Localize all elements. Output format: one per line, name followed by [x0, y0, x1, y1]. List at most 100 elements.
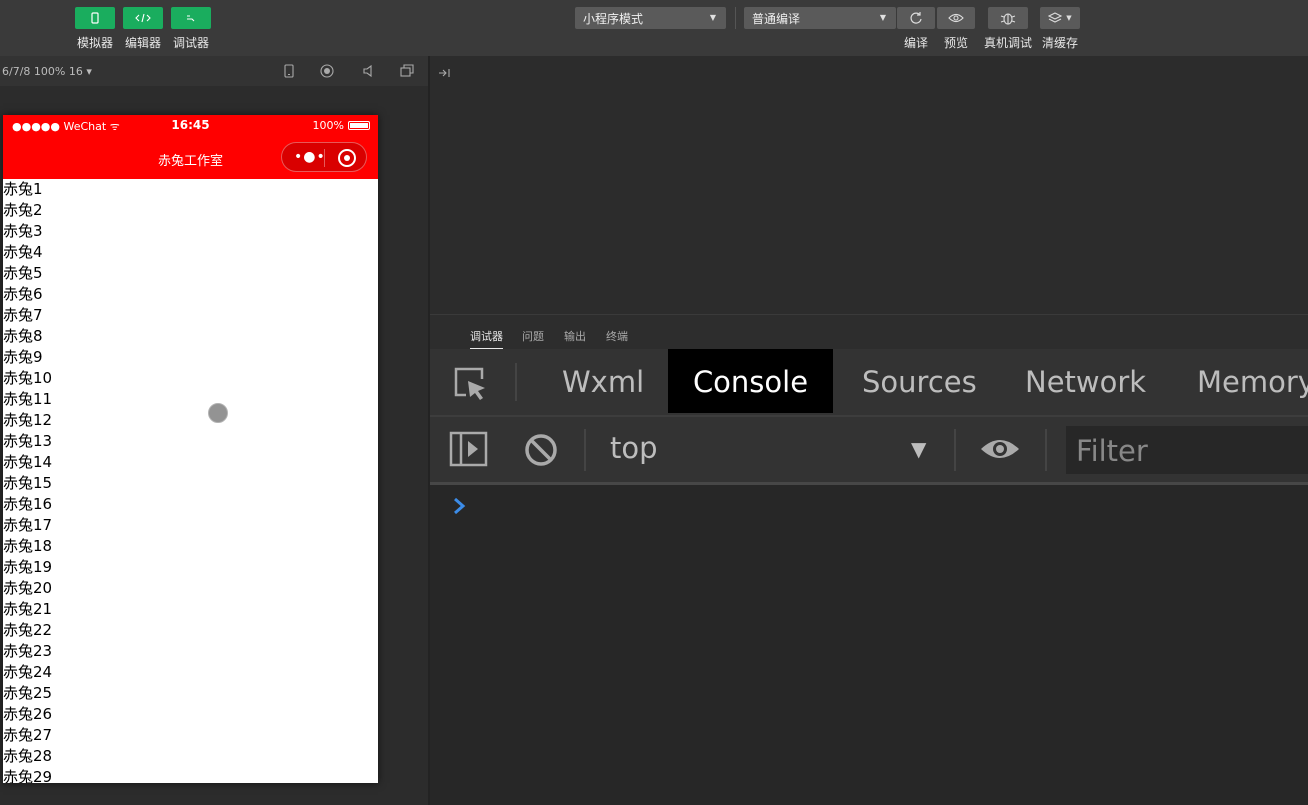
mode-select[interactable]: 小程序模式 ▼ [575, 7, 726, 29]
debug-icon [187, 15, 195, 22]
battery-text: 100% [312, 119, 344, 132]
expand-sidebar-icon[interactable] [438, 68, 452, 78]
tab-sources[interactable]: Sources [862, 349, 977, 413]
tab-wxml[interactable]: Wxml [562, 349, 644, 413]
volume-icon[interactable] [361, 64, 375, 78]
editor-toggle-button[interactable] [123, 7, 163, 29]
battery-indicator: 100% [313, 119, 370, 132]
list-item: 赤兔11 [3, 390, 53, 408]
list-item: 赤兔14 [3, 453, 53, 471]
toolbar-divider [584, 429, 586, 471]
debugger-toggle-button[interactable] [171, 7, 211, 29]
main-toolbar: 模拟器 编辑器 调试器 小程序模式 ▼ 普通编译 ▼ ▼ 编译 预览 真机调试 … [0, 0, 1308, 56]
mode-select-value: 小程序模式 [583, 11, 644, 26]
toolbar-divider [735, 7, 736, 29]
inspect-element-icon[interactable] [452, 365, 488, 401]
compile-mode-value: 普通编译 [752, 11, 801, 26]
dropdown-arrow-icon: ▼ [1066, 14, 1072, 22]
list-item: 赤兔26 [3, 705, 53, 723]
list-item: 赤兔1 [3, 180, 43, 198]
simulator-label: 模拟器 [76, 36, 113, 50]
console-toolbar: top ▼ Filter [430, 417, 1308, 485]
list-item: 赤兔10 [3, 369, 53, 387]
code-icon [135, 13, 151, 23]
record-icon[interactable] [320, 64, 334, 78]
clear-console-icon[interactable] [524, 433, 558, 467]
list-item: 赤兔9 [3, 348, 43, 366]
list-item: 赤兔12 [3, 411, 53, 429]
list-item: 赤兔2 [3, 201, 43, 219]
compile-mode-select[interactable]: 普通编译 ▼ [744, 7, 896, 29]
list-item: 赤兔20 [3, 579, 53, 597]
list-item: 赤兔22 [3, 621, 53, 639]
simulator-toggle-button[interactable] [75, 7, 115, 29]
phone-status-bar: ●●●●● WeChat ᯤ 16:45 100% [3, 115, 378, 137]
list-item: 赤兔21 [3, 600, 53, 618]
phone-nav-bar: 赤兔工作室 •●• [3, 137, 378, 179]
list-item: 赤兔4 [3, 243, 43, 261]
detach-window-icon[interactable] [400, 64, 414, 78]
tab-memory[interactable]: Memory [1197, 349, 1308, 413]
list-item: 赤兔27 [3, 726, 53, 744]
list-item: 赤兔25 [3, 684, 53, 702]
tab-debugger[interactable]: 调试器 [470, 328, 503, 349]
list-item: 赤兔24 [3, 663, 53, 681]
list-item: 赤兔28 [3, 747, 53, 765]
toolbar-divider [1045, 429, 1047, 471]
preview-label: 预览 [944, 36, 969, 50]
refresh-icon [910, 12, 922, 24]
clear-cache-label: 清缓存 [1042, 36, 1079, 50]
tab-output[interactable]: 输出 [564, 328, 586, 344]
touch-cursor [208, 403, 228, 423]
list-item: 赤兔5 [3, 264, 43, 282]
editor-label: 编辑器 [124, 36, 161, 50]
list-item: 赤兔8 [3, 327, 43, 345]
compile-button[interactable] [897, 7, 935, 29]
preview-button[interactable] [937, 7, 975, 29]
list-item: 赤兔17 [3, 516, 53, 534]
capsule-divider [324, 149, 325, 167]
battery-icon [348, 121, 370, 130]
live-expression-eye-icon[interactable] [979, 435, 1021, 463]
toolbar-divider [954, 429, 956, 471]
devtools-panel-tabs: Wxml Console Sources Network Memory [430, 349, 1308, 417]
toggle-sidebar-icon[interactable] [449, 431, 489, 467]
context-value: top [610, 431, 658, 465]
list-item: 赤兔29 [3, 768, 53, 783]
remote-debug-label: 真机调试 [984, 36, 1033, 50]
device-zoom-select[interactable]: 6/7/8 100% 16 ▾ [2, 65, 92, 78]
tab-divider [515, 363, 517, 401]
debugger-panel: 调试器 问题 输出 终端 Wxml Console Sources Networ… [430, 314, 1308, 805]
console-input[interactable] [490, 490, 1290, 522]
device-icon[interactable] [282, 64, 296, 78]
list-item: 赤兔15 [3, 474, 53, 492]
phone-screen[interactable]: ●●●●● WeChat ᯤ 16:45 100% 赤兔工作室 •●• 赤兔1 赤… [3, 115, 378, 783]
editor-area[interactable] [430, 56, 1308, 314]
item-list: 赤兔1 赤兔2 赤兔3 赤兔4 赤兔5 赤兔6 赤兔7 赤兔8 赤兔9 赤兔10 赤兔11 赤兔12 赤… [3, 179, 378, 783]
tab-network[interactable]: Network [1025, 349, 1146, 413]
debugger-label: 调试器 [172, 36, 209, 50]
dropdown-arrow-icon: ▼ [879, 13, 886, 22]
dropdown-arrow-icon: ▼ [911, 437, 927, 461]
layers-icon [1048, 12, 1063, 23]
compile-label: 编译 [904, 36, 929, 50]
console-prompt-icon [454, 497, 466, 515]
menu-capsule[interactable]: •●• [281, 142, 367, 172]
list-item: 赤兔16 [3, 495, 53, 513]
phone-icon [91, 12, 99, 24]
close-miniprogram-icon[interactable] [338, 149, 356, 167]
list-item: 赤兔6 [3, 285, 43, 303]
dropdown-arrow-icon: ▼ [709, 13, 716, 22]
list-item: 赤兔19 [3, 558, 53, 576]
bug-icon [1000, 13, 1016, 25]
tab-terminal[interactable]: 终端 [606, 328, 628, 344]
debugger-tabs: 调试器 问题 输出 终端 [430, 314, 1308, 350]
clear-cache-button[interactable]: ▼ [1040, 7, 1080, 29]
more-icon[interactable]: •●• [294, 149, 326, 165]
list-item: 赤兔13 [3, 432, 53, 450]
console-filter-input[interactable]: Filter [1066, 426, 1308, 474]
tab-problems[interactable]: 问题 [522, 328, 544, 344]
remote-debug-button[interactable] [988, 7, 1028, 29]
tab-console[interactable]: Console [668, 349, 833, 413]
list-item: 赤兔3 [3, 222, 43, 240]
